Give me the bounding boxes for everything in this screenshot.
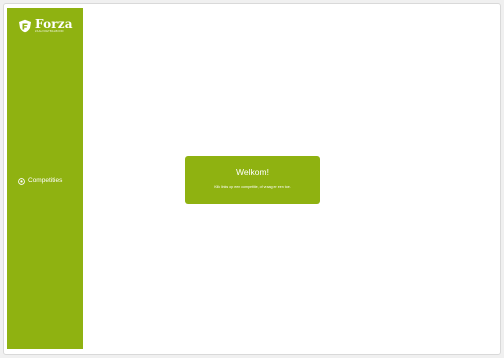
- sidebar-item-label: Competities: [28, 177, 63, 184]
- welcome-title: Welkom!: [236, 167, 269, 177]
- brand-logo[interactable]: Forza ZAALVOETBALBOND: [18, 18, 73, 33]
- welcome-card: Welkom! Klik links op een competitie, of…: [185, 156, 320, 204]
- football-icon: [18, 177, 25, 185]
- brand-tagline: ZAALVOETBALBOND: [35, 30, 64, 33]
- brand-text: Forza ZAALVOETBALBOND: [35, 18, 73, 33]
- brand-name: Forza: [35, 17, 73, 31]
- welcome-text: Klik links op een competitie, of vraag e…: [214, 185, 291, 189]
- forza-shield-icon: [18, 19, 32, 33]
- sidebar-item-competities[interactable]: Competities: [18, 177, 62, 185]
- sidebar: Forza ZAALVOETBALBOND Competities: [7, 8, 83, 349]
